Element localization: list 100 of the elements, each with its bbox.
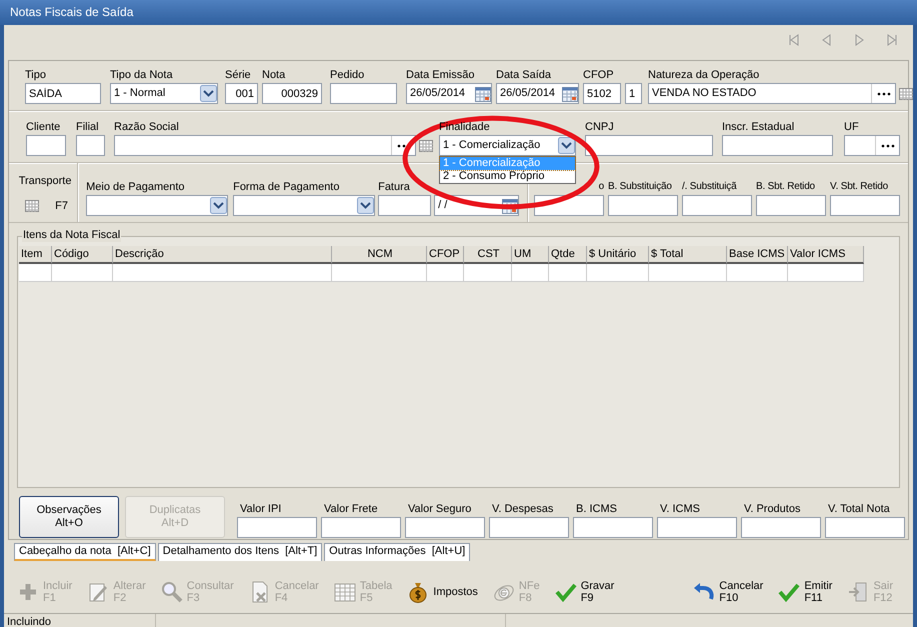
first-icon[interactable] xyxy=(787,34,800,46)
input-field[interactable] xyxy=(825,517,905,538)
grid-icon[interactable] xyxy=(25,200,40,212)
field-label: Finalidade xyxy=(439,120,491,135)
calendar-icon[interactable] xyxy=(562,86,578,102)
table-cell xyxy=(19,264,52,282)
table-cell xyxy=(52,264,113,282)
date-field[interactable]: 26/05/2014 xyxy=(406,83,492,104)
field-label: Razão Social xyxy=(114,120,180,135)
column-header[interactable]: Descrição xyxy=(113,246,332,264)
input-field[interactable] xyxy=(722,135,833,156)
ellipsis-icon[interactable] xyxy=(876,92,890,96)
table-cell xyxy=(549,264,587,282)
input-field[interactable]: 5102 xyxy=(583,83,621,104)
tab[interactable]: Cabeçalho da nota [Alt+C] xyxy=(14,543,156,561)
field-label: o xyxy=(598,180,604,194)
dropdown-field[interactable]: 1 - Normal xyxy=(110,83,218,104)
tab[interactable]: Outras Informações [Alt+U] xyxy=(324,543,470,561)
column-header[interactable]: Valor ICMS xyxy=(788,246,864,264)
field-label: CNPJ xyxy=(585,120,615,135)
field-label: V. Produtos xyxy=(744,502,802,517)
lookup-field[interactable] xyxy=(114,135,416,156)
input-field[interactable] xyxy=(237,517,317,538)
toolbar-button[interactable]: Impostos xyxy=(406,580,478,604)
input-field[interactable] xyxy=(573,517,653,538)
toolbar-button[interactable]: Emitir F11 xyxy=(777,580,832,604)
table-cell xyxy=(587,264,649,282)
status-text: Incluindo xyxy=(4,614,156,627)
input-field[interactable]: 001 xyxy=(225,83,258,104)
field-label: CFOP xyxy=(583,68,615,83)
field-label: Inscr. Estadual xyxy=(722,120,796,135)
magnifier-icon xyxy=(160,580,184,604)
field-label: Valor IPI xyxy=(240,502,282,517)
field-label: Meio de Pagamento xyxy=(86,180,186,195)
field-label: Valor Frete xyxy=(324,502,379,517)
field-label: Tipo da Nota xyxy=(110,68,174,83)
table-cell xyxy=(464,264,512,282)
field-label: Tipo xyxy=(25,68,47,83)
field-label: Data Saída xyxy=(496,68,552,83)
input-field[interactable] xyxy=(321,517,401,538)
input-field[interactable] xyxy=(585,135,713,156)
dropdown-field[interactable] xyxy=(86,195,228,216)
input-field[interactable] xyxy=(489,517,569,538)
input-field[interactable] xyxy=(608,195,678,216)
field-label: B. Substituição xyxy=(608,180,673,194)
input-field[interactable] xyxy=(741,517,821,538)
field-label: V. Sbt. Retido xyxy=(830,180,889,194)
field-label: /. Substituiçã xyxy=(682,180,738,194)
table-cell xyxy=(427,264,464,282)
action-button[interactable]: Observações Alt+O xyxy=(19,496,119,538)
field-label: Data Emissão xyxy=(406,68,476,83)
field-label: Nota xyxy=(262,68,286,83)
dropdown-option[interactable]: 2 - Consumo Próprio xyxy=(440,170,575,183)
input-field[interactable] xyxy=(756,195,826,216)
input-field[interactable] xyxy=(378,195,432,216)
field-label: Cliente xyxy=(26,120,62,135)
lookup-field[interactable] xyxy=(844,135,900,156)
input-field[interactable]: 1 xyxy=(625,83,642,104)
input-field[interactable] xyxy=(682,195,752,216)
dropdown-field[interactable] xyxy=(233,195,376,216)
dropdown-field[interactable]: 1 - Comercialização xyxy=(439,135,576,156)
column-header[interactable]: Qtde xyxy=(549,246,587,264)
ellipsis-icon[interactable] xyxy=(880,144,894,148)
column-header[interactable]: Base ICMS xyxy=(727,246,788,264)
input-field[interactable] xyxy=(76,135,105,156)
toolbar-button[interactable]: Cancelar F10 xyxy=(692,580,764,604)
column-header[interactable]: UM xyxy=(512,246,549,264)
field-label: V. Total Nota xyxy=(828,502,891,517)
grid-icon[interactable] xyxy=(899,88,913,100)
toolbar-button[interactable]: Gravar F9 xyxy=(554,580,614,604)
date-field[interactable]: 26/05/2014 xyxy=(496,83,579,104)
group-title: Itens da Nota Fiscal xyxy=(22,228,122,242)
field-label: UF xyxy=(844,120,860,135)
input-field[interactable] xyxy=(830,195,900,216)
next-icon[interactable] xyxy=(853,34,866,46)
input-field[interactable] xyxy=(657,517,737,538)
tab[interactable]: Detalhamento dos Itens [Alt+T] xyxy=(158,543,322,561)
column-header[interactable]: $ Unitário xyxy=(587,246,649,264)
grid-icon[interactable] xyxy=(419,140,433,152)
field-label: Forma de Pagamento xyxy=(233,180,340,195)
shortcut-label: F7 xyxy=(55,198,68,214)
column-header[interactable]: CST xyxy=(464,246,512,264)
input-field[interactable]: 000329 xyxy=(262,83,322,104)
column-header[interactable]: $ Total xyxy=(649,246,727,264)
column-header[interactable]: Código xyxy=(52,246,113,264)
lookup-field[interactable]: VENDA NO ESTADO xyxy=(648,83,896,104)
field-label: Série xyxy=(225,68,252,83)
input-field[interactable] xyxy=(26,135,66,156)
field-label: Valor Seguro xyxy=(408,502,472,517)
input-field[interactable] xyxy=(405,517,485,538)
field-label: V. ICMS xyxy=(660,502,701,517)
field-label: Transporte xyxy=(18,174,72,189)
column-header[interactable]: Item xyxy=(19,246,52,264)
column-header[interactable]: CFOP xyxy=(427,246,464,264)
last-icon[interactable] xyxy=(886,34,899,46)
input-field[interactable] xyxy=(330,83,397,104)
column-header[interactable]: NCM xyxy=(332,246,427,264)
previous-icon[interactable] xyxy=(820,34,833,46)
field-label: B. Sbt. Retido xyxy=(756,180,816,194)
calendar-icon[interactable] xyxy=(475,86,491,102)
